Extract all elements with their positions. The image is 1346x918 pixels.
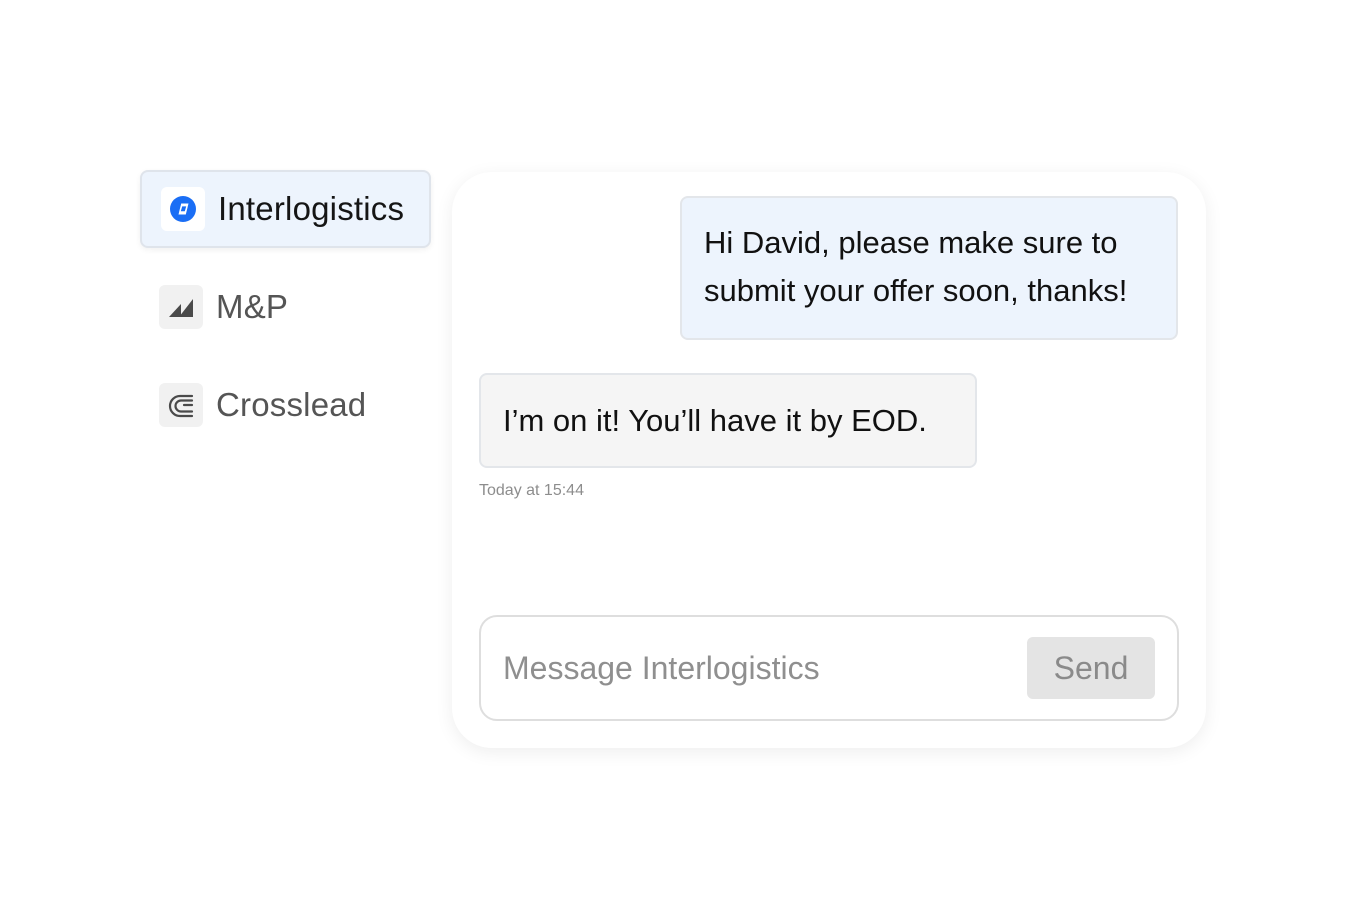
messaging-illustration: Interlogistics M&P Crosslead Hi David, p… (0, 0, 1346, 918)
message-line: Hi David, please make sure to (704, 225, 1118, 260)
sidebar-item-label: Crosslead (216, 386, 367, 423)
mp-logo-icon (159, 285, 203, 329)
company-sidebar: Interlogistics M&P Crosslead (140, 170, 431, 464)
message-line: I’m on it! You’ll have it by EOD. (503, 403, 927, 438)
sidebar-item-mp[interactable]: M&P (140, 268, 431, 346)
message-input[interactable] (503, 641, 1013, 695)
send-button[interactable]: Send (1027, 637, 1155, 699)
interlogistics-logo-icon (161, 187, 205, 231)
sent-message-bubble: Hi David, please make sure to submit you… (680, 196, 1178, 340)
message-timestamp: Today at 15:44 (479, 482, 584, 499)
message-composer: Send (479, 615, 1179, 721)
message-line: submit your offer soon, thanks! (704, 273, 1128, 308)
crosslead-logo-icon (159, 383, 203, 427)
sidebar-item-crosslead[interactable]: Crosslead (140, 366, 431, 444)
sidebar-item-label: Interlogistics (218, 190, 405, 227)
received-message-bubble: I’m on it! You’ll have it by EOD. (479, 373, 977, 468)
sidebar-item-label: M&P (216, 288, 289, 325)
chat-panel: Hi David, please make sure to submit you… (452, 172, 1206, 748)
sidebar-item-interlogistics[interactable]: Interlogistics (140, 170, 431, 248)
